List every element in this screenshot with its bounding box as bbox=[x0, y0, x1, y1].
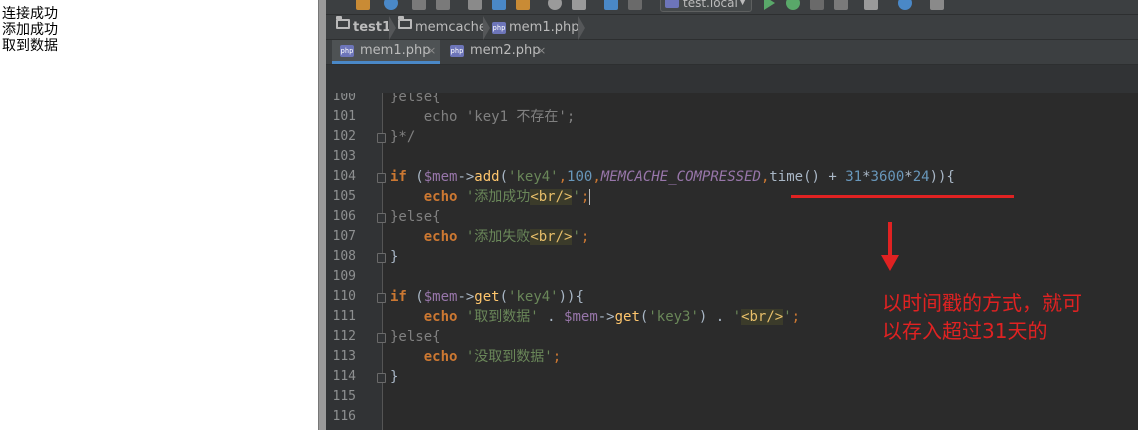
line-number: 101 bbox=[332, 109, 356, 124]
output-line: 添加成功 bbox=[2, 22, 58, 38]
output-line: 取到数据 bbox=[2, 38, 58, 54]
breadcrumb-item-file[interactable]: mem1.php bbox=[509, 19, 579, 37]
code-line: echo '没取到数据'; bbox=[423, 349, 562, 365]
run-config-dropdown[interactable]: test.local ▼ bbox=[660, 0, 752, 12]
breadcrumb-separator bbox=[483, 16, 491, 40]
chevron-down-icon: ▼ bbox=[739, 0, 746, 7]
line-number: 115 bbox=[332, 389, 356, 404]
php-icon bbox=[665, 0, 679, 8]
line-number: 109 bbox=[332, 269, 356, 284]
coverage-icon[interactable] bbox=[810, 0, 824, 10]
line-number: 111 bbox=[332, 309, 356, 324]
debug-icon[interactable] bbox=[786, 0, 800, 10]
annotation-text: 以时间戳的方式，就可 bbox=[882, 291, 1082, 315]
code-editor[interactable]: 100 101 102 103 104 105 106 107 108 109 … bbox=[326, 93, 1138, 430]
php-file-icon: php bbox=[492, 22, 506, 34]
code-line: }else{ bbox=[390, 209, 441, 225]
cut-icon[interactable] bbox=[468, 0, 482, 10]
line-number: 116 bbox=[332, 409, 356, 424]
code-line: if ($mem->add('key4',100,MEMCACHE_COMPRE… bbox=[390, 169, 955, 185]
fold-marker-icon[interactable] bbox=[377, 333, 386, 343]
paste-icon[interactable] bbox=[516, 0, 530, 10]
editor-tabs: php mem1.php × php mem2.php × bbox=[326, 40, 1138, 65]
breadcrumb: test1 memcache php mem1.php bbox=[326, 14, 1138, 40]
sync-icon[interactable] bbox=[384, 0, 398, 10]
help-icon[interactable] bbox=[898, 0, 912, 10]
save-icon[interactable] bbox=[356, 0, 370, 10]
back-icon[interactable] bbox=[604, 0, 618, 10]
split-divider[interactable] bbox=[318, 0, 326, 430]
code-line: if ($mem->get('key4')){ bbox=[390, 289, 584, 305]
line-number: 110 bbox=[332, 289, 356, 304]
undo-icon[interactable] bbox=[412, 0, 426, 10]
stop-icon[interactable] bbox=[834, 0, 848, 10]
run-config-label: test.local bbox=[683, 0, 738, 10]
line-number: 113 bbox=[332, 349, 356, 364]
tab-mem1[interactable]: php mem1.php × bbox=[332, 40, 440, 64]
code-line: }else{ bbox=[390, 329, 441, 345]
code-line: echo '取到数据' . $mem->get('key3') . '<br/>… bbox=[423, 309, 801, 325]
code-line: }*/ bbox=[390, 129, 416, 145]
text-cursor bbox=[589, 189, 591, 205]
close-icon[interactable]: × bbox=[427, 44, 436, 57]
copy-icon[interactable] bbox=[492, 0, 506, 10]
line-number: 106 bbox=[332, 209, 356, 224]
ide-window: test.local ▼ test1 memcache php mem1.php… bbox=[326, 0, 1138, 430]
line-number: 100 bbox=[332, 93, 356, 104]
breadcrumb-item-test1[interactable]: test1 bbox=[353, 19, 391, 37]
tab-label: mem2.php bbox=[470, 43, 541, 58]
line-number-gutter: 100 101 102 103 104 105 106 107 108 109 … bbox=[326, 93, 383, 430]
tab-mem2[interactable]: php mem2.php × bbox=[442, 40, 550, 64]
redo-icon[interactable] bbox=[436, 0, 450, 10]
fold-marker-icon[interactable] bbox=[377, 293, 386, 303]
line-number: 104 bbox=[332, 169, 356, 184]
annotation-underline bbox=[791, 195, 1014, 198]
fold-marker-icon[interactable] bbox=[377, 213, 386, 223]
replace-icon[interactable] bbox=[572, 0, 586, 10]
fold-marker-icon[interactable] bbox=[377, 173, 386, 183]
browser-output-pane: 连接成功 添加成功 取到数据 bbox=[0, 0, 318, 430]
breadcrumb-item-memcache[interactable]: memcache bbox=[415, 19, 487, 37]
annotation-arrow-icon bbox=[888, 222, 892, 256]
code-line: echo 'key1 不存在'; bbox=[390, 109, 576, 125]
run-icon[interactable] bbox=[764, 0, 775, 10]
line-number: 102 bbox=[332, 129, 356, 144]
fold-marker-icon[interactable] bbox=[377, 253, 386, 263]
code-line: }else{ bbox=[390, 93, 441, 105]
settings-icon[interactable] bbox=[864, 0, 878, 10]
arrow-down-icon bbox=[881, 255, 899, 271]
line-number: 112 bbox=[332, 329, 356, 344]
line-number: 114 bbox=[332, 369, 356, 384]
fold-marker-icon[interactable] bbox=[377, 133, 386, 143]
line-number: 105 bbox=[332, 189, 356, 204]
code-line: echo '添加失败<br/>'; bbox=[423, 229, 590, 245]
output-line: 连接成功 bbox=[2, 6, 58, 22]
code-line: } bbox=[390, 369, 399, 385]
forward-icon[interactable] bbox=[628, 0, 642, 10]
toolbar: test.local ▼ bbox=[326, 0, 1138, 14]
sdk-icon[interactable] bbox=[930, 0, 944, 10]
code-line: } bbox=[390, 249, 399, 265]
line-number: 108 bbox=[332, 249, 356, 264]
tab-label: mem1.php bbox=[360, 43, 431, 58]
php-file-icon: php bbox=[450, 45, 464, 57]
find-icon[interactable] bbox=[548, 0, 562, 10]
breadcrumb-separator bbox=[578, 16, 586, 40]
close-icon[interactable]: × bbox=[537, 44, 546, 57]
breadcrumb-separator bbox=[389, 16, 397, 40]
folder-icon bbox=[398, 16, 412, 29]
annotation-text: 以存入超过31天的 bbox=[882, 319, 1048, 343]
line-number: 103 bbox=[332, 149, 356, 164]
php-file-icon: php bbox=[340, 45, 354, 57]
folder-icon bbox=[336, 16, 350, 29]
fold-marker-icon[interactable] bbox=[377, 373, 386, 383]
line-number: 107 bbox=[332, 229, 356, 244]
code-line: echo '添加成功<br/>'; bbox=[423, 189, 591, 205]
editor-navigation-strip bbox=[326, 65, 1138, 93]
